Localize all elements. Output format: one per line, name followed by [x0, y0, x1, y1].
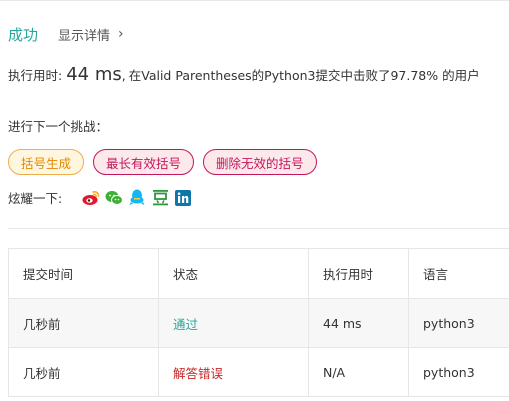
cell-language: python3 [408, 298, 509, 348]
douban-icon[interactable] [151, 189, 169, 207]
weibo-icon[interactable] [82, 189, 100, 207]
challenge-tag-longest-valid-parentheses[interactable]: 最长有效括号 [93, 149, 195, 175]
submission-history-table: 提交时间 状态 执行用时 语言 几秒前 通过 44 ms python3 几秒前… [8, 248, 509, 397]
result-status-row: 成功 显示详情 › [8, 24, 124, 44]
show-details-label: 显示详情 [58, 28, 111, 44]
cell-submit-time: 几秒前 [8, 347, 159, 397]
cell-runtime: N/A [308, 347, 409, 397]
section-divider [8, 228, 509, 229]
header-status: 状态 [158, 248, 309, 299]
summary-prefix: 执行用时: [8, 68, 63, 83]
challenge-tag-remove-invalid-parentheses[interactable]: 删除无效的括号 [203, 149, 317, 175]
header-runtime: 执行用时 [308, 248, 409, 299]
header-language: 语言 [408, 248, 509, 299]
header-submit-time: 提交时间 [8, 248, 159, 299]
next-challenge-label: 进行下一个挑战： [8, 119, 109, 134]
chevron-right-icon: › [118, 26, 124, 42]
share-label: 炫耀一下: [8, 191, 63, 206]
runtime-value: 44 ms [66, 64, 122, 85]
cell-status-link[interactable]: 解答错误 [158, 347, 309, 397]
result-summary: 执行用时: 44 ms, 在Valid Parentheses的Python3提… [8, 64, 480, 85]
table-header-row: 提交时间 状态 执行用时 语言 [8, 248, 509, 299]
success-status: 成功 [8, 25, 39, 44]
cell-status-link[interactable]: 通过 [158, 298, 309, 348]
wechat-icon[interactable] [105, 189, 124, 207]
share-row: 炫耀一下: [8, 188, 197, 207]
cell-submit-time: 几秒前 [8, 298, 159, 348]
qq-icon[interactable] [128, 189, 146, 207]
summary-suffix: 在Valid Parentheses的Python3提交中击败了97.78% 的… [128, 68, 480, 83]
table-row: 几秒前 解答错误 N/A python3 [8, 347, 509, 397]
challenge-tag-generate-parentheses[interactable]: 括号生成 [8, 149, 85, 175]
show-details-link[interactable]: 显示详情 › [58, 25, 124, 44]
cell-runtime: 44 ms [308, 298, 409, 348]
challenge-tags: 括号生成 最长有效括号 删除无效的括号 [8, 149, 317, 175]
linkedin-icon[interactable] [174, 189, 192, 207]
top-divider [0, 0, 509, 1]
cell-language: python3 [408, 347, 509, 397]
table-row: 几秒前 通过 44 ms python3 [8, 298, 509, 348]
